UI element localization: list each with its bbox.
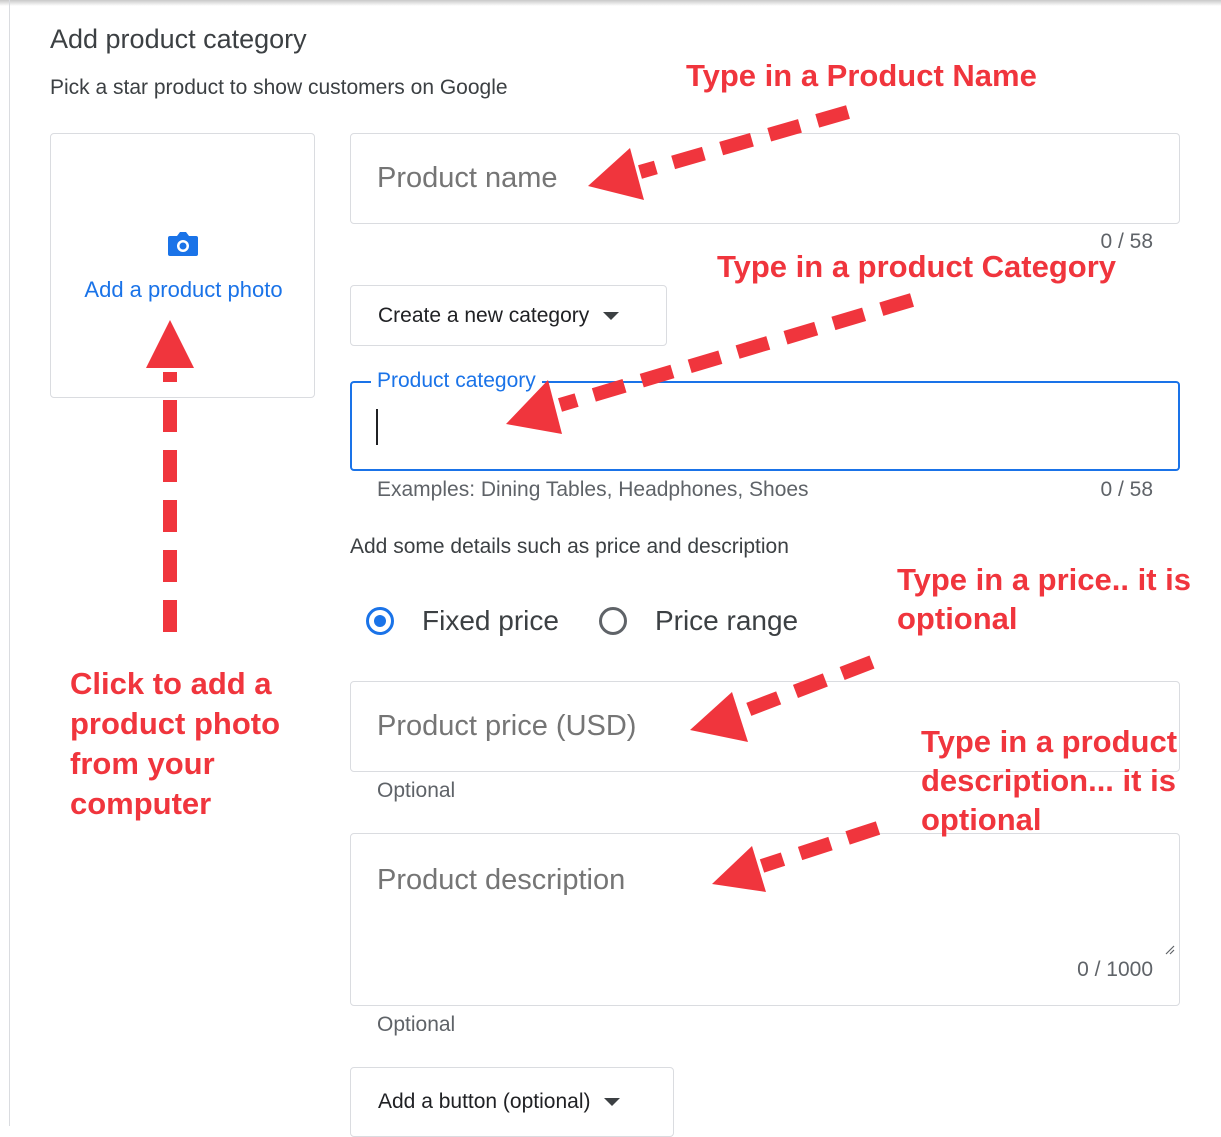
arrow-description-head (712, 846, 766, 892)
arrow-price-head (690, 692, 748, 742)
annotation-product-name: Type in a Product Name (686, 58, 1037, 93)
arrow-description-line (759, 821, 881, 873)
annotation-price: Type in a price.. it is optional (897, 562, 1192, 636)
arrow-category-line (557, 293, 915, 412)
arrow-photo-head (146, 320, 194, 368)
annotation-photo: Click to add a product photo from your c… (70, 666, 281, 821)
arrow-name-head (588, 148, 644, 200)
arrow-price-line (739, 655, 875, 719)
arrow-name-line (638, 105, 850, 179)
annotation-description: Type in a product description... it is o… (921, 724, 1178, 837)
annotation-product-category: Type in a product Category (717, 249, 1117, 284)
arrow-category-head (506, 380, 562, 434)
